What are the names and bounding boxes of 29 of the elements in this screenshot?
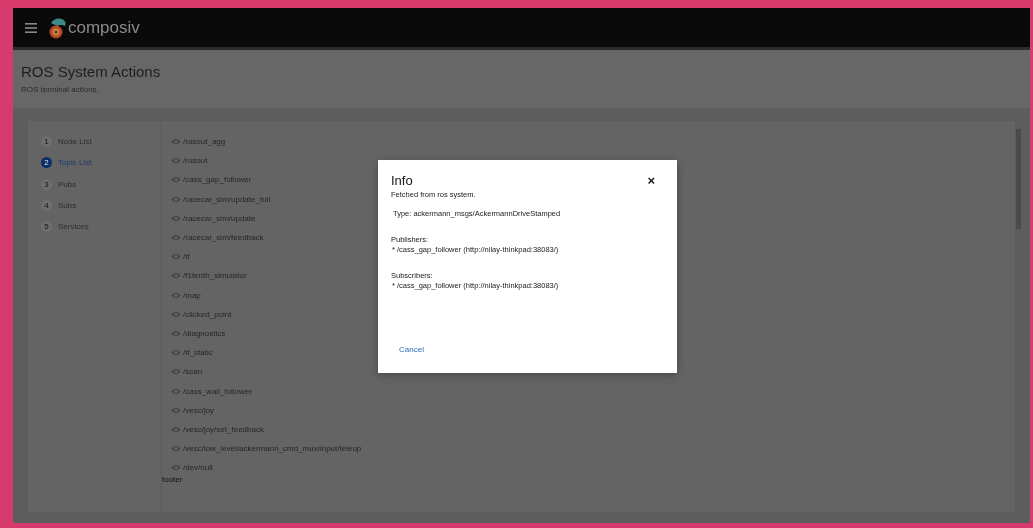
footer-text: footer (162, 475, 184, 485)
eye-icon[interactable] (171, 234, 181, 242)
eye-icon[interactable] (171, 368, 181, 376)
eye-icon[interactable] (171, 349, 181, 357)
eye-icon[interactable] (171, 329, 181, 337)
eye-icon[interactable] (171, 214, 181, 222)
eye-icon[interactable] (171, 464, 181, 472)
eye-icon[interactable] (171, 272, 181, 280)
eye-icon[interactable] (171, 445, 181, 453)
eye-icon[interactable] (171, 195, 181, 203)
chameleon-logo-icon (47, 16, 67, 39)
close-button[interactable]: × (645, 174, 657, 187)
page-title: ROS System Actions (21, 63, 162, 80)
eye-icon[interactable] (171, 157, 181, 165)
eye-icon[interactable] (171, 387, 181, 395)
topic-name: /vesc/low_level/ackermann_cmd_mux/input/teleop (183, 444, 362, 454)
eye-icon[interactable] (171, 406, 181, 414)
eye-icon[interactable] (171, 176, 181, 184)
dialog-title: Info (391, 173, 413, 188)
menu-icon[interactable] (25, 22, 37, 33)
eye-icon[interactable] (171, 253, 181, 261)
wizard-step[interactable]: 2 Topic List (28, 152, 161, 174)
eye-icon[interactable] (171, 138, 181, 146)
topic-name: /cass_wall_follower (183, 386, 252, 396)
cancel-button[interactable]: Cancel (394, 343, 429, 356)
eye-icon[interactable] (171, 310, 181, 318)
eye-icon[interactable] (171, 425, 181, 433)
eye-icon[interactable] (171, 291, 181, 299)
brand-name: composiv (68, 17, 140, 38)
